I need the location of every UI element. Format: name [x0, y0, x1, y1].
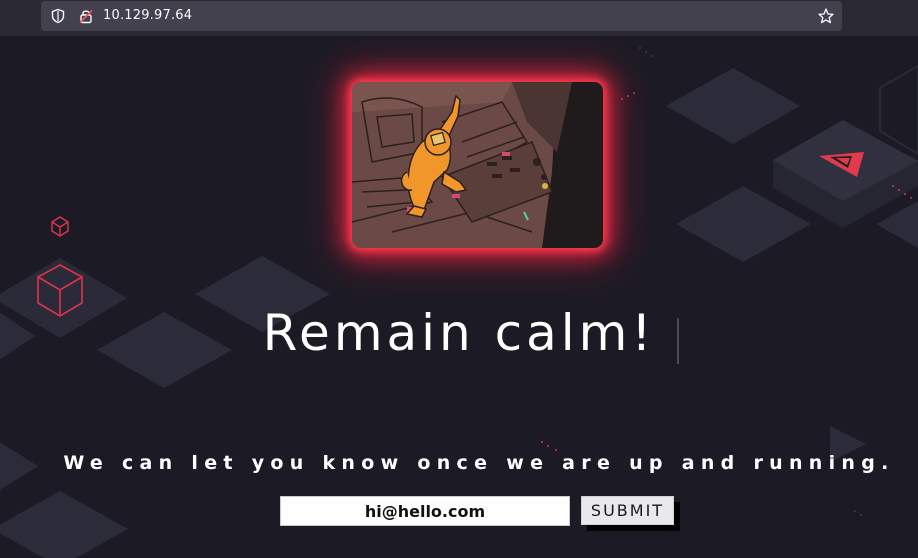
text-caret: [677, 318, 679, 364]
shield-icon[interactable]: [50, 8, 66, 24]
page-title: Remain calm!: [262, 304, 656, 362]
email-field[interactable]: [280, 496, 570, 526]
browser-toolbar: 10.129.97.64: [0, 0, 918, 36]
lock-icon[interactable]: [78, 8, 94, 24]
notify-message: We can let you know once we are up and r…: [63, 452, 895, 474]
url-text[interactable]: 10.129.97.64: [103, 8, 192, 23]
arrow-logo-icon: [819, 152, 864, 177]
submit-button[interactable]: SUBMIT: [581, 496, 674, 525]
astronaut-illustration: [352, 82, 603, 248]
maintenance-page: Remain calm! We can let you know once we…: [0, 36, 918, 558]
bookmark-star-icon[interactable]: [817, 7, 835, 25]
address-bar[interactable]: 10.129.97.64: [41, 1, 842, 31]
cube-icon: [51, 216, 69, 237]
hero-illustration: [352, 82, 603, 248]
